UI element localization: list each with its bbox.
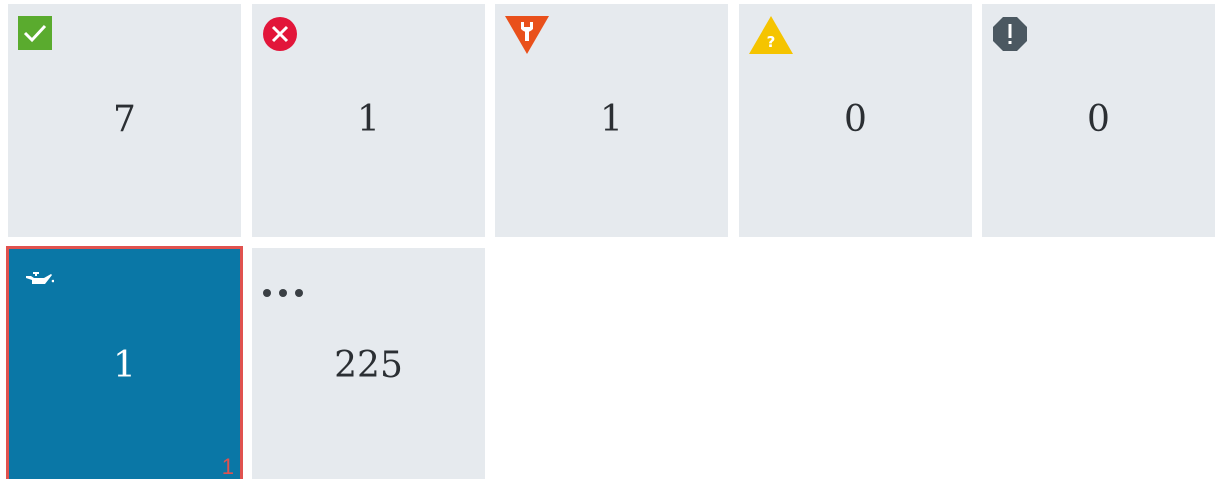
more-dots-icon: [263, 289, 303, 297]
status-count: 0: [844, 99, 867, 140]
status-tile-ok[interactable]: 7: [8, 4, 241, 237]
status-badge: 1: [221, 454, 234, 479]
status-tile-maintenance[interactable]: 1: [495, 4, 728, 237]
svg-text:?: ?: [767, 33, 776, 51]
status-tile-other[interactable]: 225: [252, 248, 485, 479]
warning-question-icon: ?: [749, 16, 793, 54]
status-tile-oil[interactable]: 1 1: [6, 246, 243, 479]
status-count: 225: [334, 345, 403, 386]
status-count: 1: [357, 99, 380, 140]
status-count: 0: [1087, 99, 1110, 140]
oil-can-icon: [26, 272, 54, 284]
error-circle-icon: [263, 17, 297, 51]
status-count: 1: [113, 345, 136, 386]
status-tile-error[interactable]: 1: [252, 4, 485, 237]
status-count: 1: [600, 99, 623, 140]
status-tile-critical[interactable]: 0: [982, 4, 1215, 237]
wrench-triangle-icon: [505, 16, 549, 54]
status-count: 7: [113, 99, 136, 140]
status-tile-warning[interactable]: ? 0: [739, 4, 972, 237]
exclamation-octagon-icon: [993, 17, 1027, 51]
check-icon: [18, 16, 52, 50]
